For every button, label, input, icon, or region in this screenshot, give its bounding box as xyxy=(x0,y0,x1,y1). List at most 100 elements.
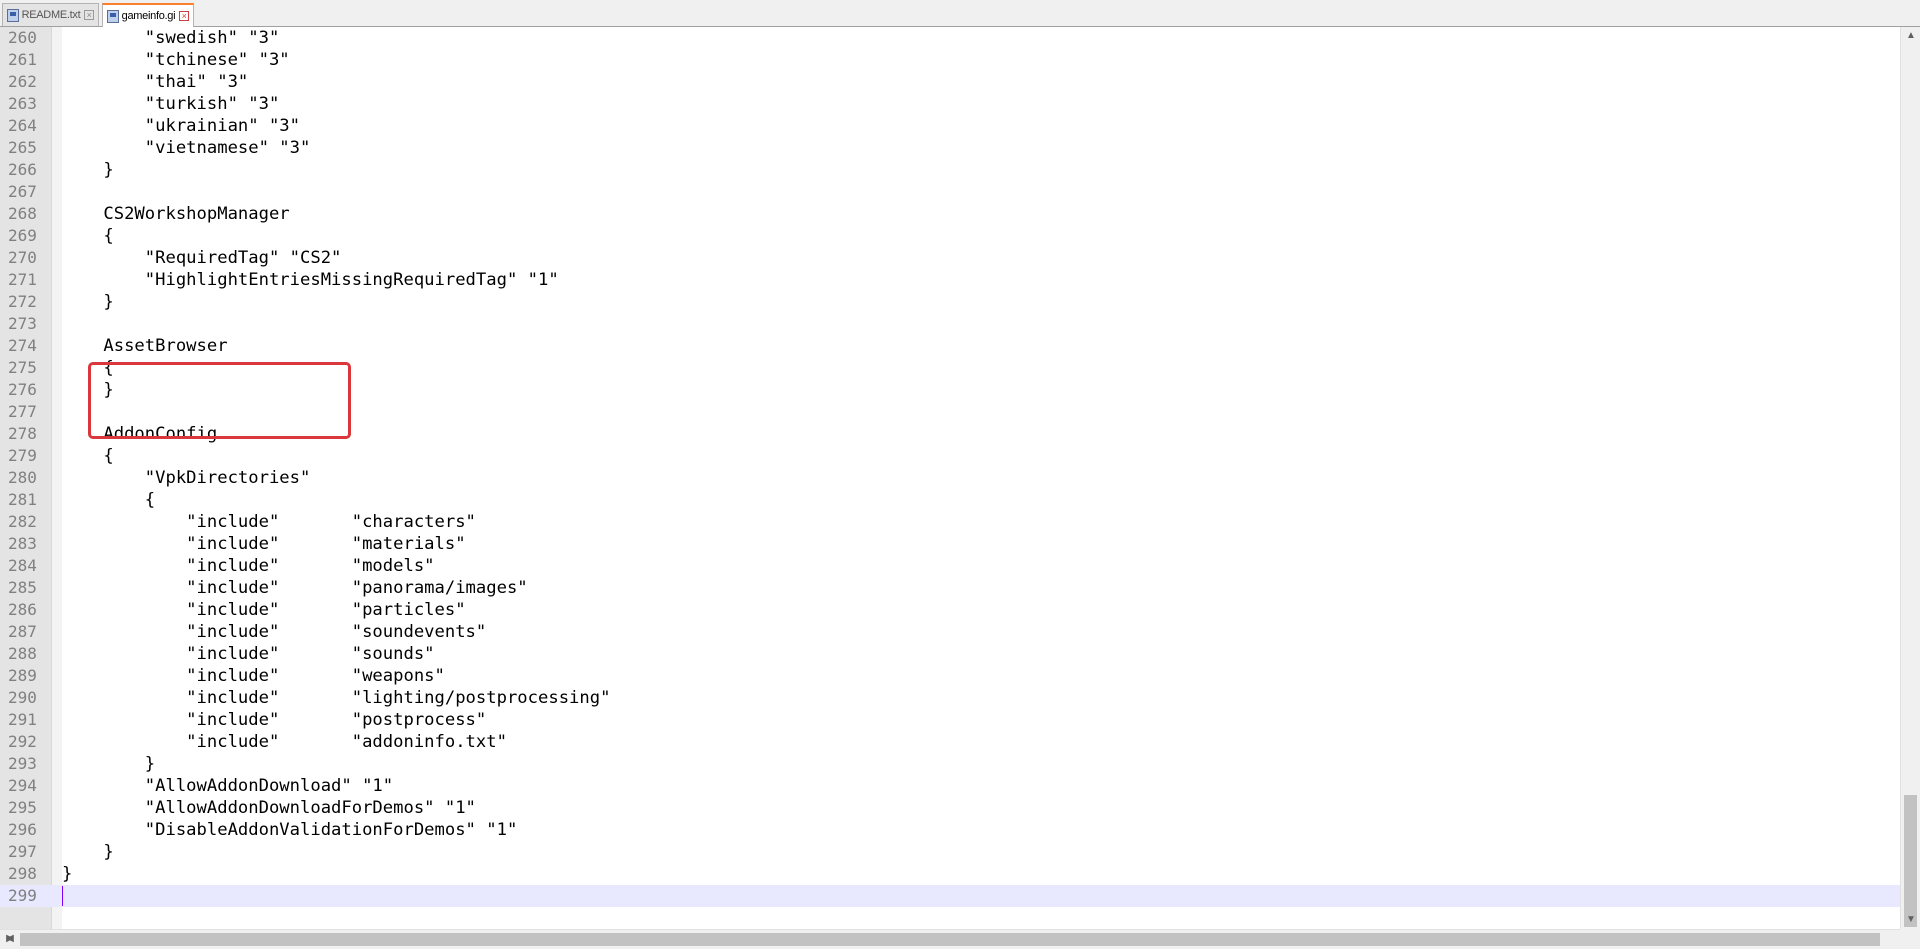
code-line[interactable]: 299 xyxy=(0,885,1900,907)
code-line[interactable]: 269 { xyxy=(0,225,1900,247)
code-text: } xyxy=(62,842,114,862)
vertical-scrollbar[interactable]: ▲ ▼ xyxy=(1900,27,1920,929)
code-text: "include" "sounds" xyxy=(62,644,435,664)
scroll-down-arrow-icon[interactable]: ▼ xyxy=(1901,911,1920,929)
code-text: "include" "lighting/postprocessing" xyxy=(62,688,611,708)
code-line[interactable]: 264 "ukrainian" "3" xyxy=(0,115,1900,137)
line-number: 260 xyxy=(8,28,37,47)
code-line[interactable]: 268 CS2WorkshopManager xyxy=(0,203,1900,225)
code-text: "include" "addoninfo.txt" xyxy=(62,732,507,752)
text-caret xyxy=(62,886,63,906)
code-line[interactable]: 272 } xyxy=(0,291,1900,313)
code-line[interactable]: 261 "tchinese" "3" xyxy=(0,49,1900,71)
scroll-right-arrow-icon[interactable]: ▶ xyxy=(0,930,20,948)
code-line[interactable]: 287 "include" "soundevents" xyxy=(0,621,1900,643)
line-number: 278 xyxy=(8,424,37,443)
line-number: 296 xyxy=(8,820,37,839)
line-number: 284 xyxy=(8,556,37,575)
line-number: 295 xyxy=(8,798,37,817)
code-line[interactable]: 265 "vietnamese" "3" xyxy=(0,137,1900,159)
line-number: 281 xyxy=(8,490,37,509)
close-icon[interactable]: × xyxy=(84,10,94,20)
line-number: 269 xyxy=(8,226,37,245)
code-line[interactable]: 293 } xyxy=(0,753,1900,775)
code-line[interactable]: 282 "include" "characters" xyxy=(0,511,1900,533)
horizontal-scrollbar[interactable]: ◀ ▶ xyxy=(0,929,1900,949)
line-number: 288 xyxy=(8,644,37,663)
code-line[interactable]: 286 "include" "particles" xyxy=(0,599,1900,621)
line-number: 291 xyxy=(8,710,37,729)
code-text: AssetBrowser xyxy=(62,336,228,356)
code-text: "include" "panorama/images" xyxy=(62,578,528,598)
code-line[interactable]: 281 { xyxy=(0,489,1900,511)
scrollbar-corner xyxy=(1900,929,1920,949)
document-icon xyxy=(7,8,19,22)
line-number: 277 xyxy=(8,402,37,421)
code-line[interactable]: 284 "include" "models" xyxy=(0,555,1900,577)
line-number: 279 xyxy=(8,446,37,465)
tab-gameinfo[interactable]: gameinfo.gi × xyxy=(102,3,194,27)
code-text: "vietnamese" "3" xyxy=(62,138,311,158)
code-line[interactable]: 260 "swedish" "3" xyxy=(0,27,1900,49)
code-text: CS2WorkshopManager xyxy=(62,204,290,224)
code-text: { xyxy=(62,490,156,510)
line-number: 287 xyxy=(8,622,37,641)
code-text: "ukrainian" "3" xyxy=(62,116,300,136)
code-line[interactable]: 279 { xyxy=(0,445,1900,467)
line-number: 275 xyxy=(8,358,37,377)
code-text: "include" "characters" xyxy=(62,512,476,532)
code-line[interactable]: 266 } xyxy=(0,159,1900,181)
scroll-up-arrow-icon[interactable]: ▲ xyxy=(1901,27,1920,45)
close-icon[interactable]: × xyxy=(179,11,189,21)
code-line[interactable]: 289 "include" "weapons" xyxy=(0,665,1900,687)
line-number: 286 xyxy=(8,600,37,619)
code-text: "include" "weapons" xyxy=(62,666,445,686)
code-line[interactable]: 283 "include" "materials" xyxy=(0,533,1900,555)
code-line[interactable]: 270 "RequiredTag" "CS2" xyxy=(0,247,1900,269)
line-number: 262 xyxy=(8,72,37,91)
tab-readme[interactable]: README.txt × xyxy=(2,3,99,26)
code-line[interactable]: 267 xyxy=(0,181,1900,203)
code-line[interactable]: 292 "include" "addoninfo.txt" xyxy=(0,731,1900,753)
vertical-scroll-thumb[interactable] xyxy=(1904,795,1917,927)
line-number: 261 xyxy=(8,50,37,69)
code-line[interactable]: 295 "AllowAddonDownloadForDemos" "1" xyxy=(0,797,1900,819)
code-line[interactable]: 271 "HighlightEntriesMissingRequiredTag"… xyxy=(0,269,1900,291)
line-number: 271 xyxy=(8,270,37,289)
line-number: 264 xyxy=(8,116,37,135)
code-line[interactable]: 262 "thai" "3" xyxy=(0,71,1900,93)
code-line[interactable]: 294 "AllowAddonDownload" "1" xyxy=(0,775,1900,797)
line-number: 267 xyxy=(8,182,37,201)
code-line[interactable]: 273 xyxy=(0,313,1900,335)
code-line[interactable]: 263 "turkish" "3" xyxy=(0,93,1900,115)
code-line[interactable]: 298} xyxy=(0,863,1900,885)
code-line[interactable]: 274 AssetBrowser xyxy=(0,335,1900,357)
code-line[interactable]: 288 "include" "sounds" xyxy=(0,643,1900,665)
code-text: } xyxy=(62,864,73,884)
tab-label: README.txt xyxy=(21,9,81,21)
code-line[interactable]: 285 "include" "panorama/images" xyxy=(0,577,1900,599)
code-line[interactable]: 297 } xyxy=(0,841,1900,863)
line-number: 272 xyxy=(8,292,37,311)
code-text: "RequiredTag" "CS2" xyxy=(62,248,342,268)
line-number: 290 xyxy=(8,688,37,707)
tab-label: gameinfo.gi xyxy=(121,10,176,22)
line-number: 280 xyxy=(8,468,37,487)
line-number: 268 xyxy=(8,204,37,223)
code-line[interactable]: 290 "include" "lighting/postprocessing" xyxy=(0,687,1900,709)
line-number: 265 xyxy=(8,138,37,157)
code-text: { xyxy=(62,226,114,246)
code-line[interactable]: 291 "include" "postprocess" xyxy=(0,709,1900,731)
code-editor[interactable]: 260 "swedish" "3" 261 "tchinese" "3" 262 "… xyxy=(0,27,1900,929)
line-number: 263 xyxy=(8,94,37,113)
code-text: "include" "particles" xyxy=(62,600,466,620)
horizontal-scroll-thumb[interactable] xyxy=(20,933,1880,946)
code-line[interactable]: 296 "DisableAddonValidationForDemos" "1" xyxy=(0,819,1900,841)
code-text: "AllowAddonDownload" "1" xyxy=(62,776,394,796)
code-text: { xyxy=(62,446,114,466)
code-text: "include" "models" xyxy=(62,556,435,576)
code-line[interactable]: 280 "VpkDirectories" xyxy=(0,467,1900,489)
line-number: 276 xyxy=(8,380,37,399)
line-number: 266 xyxy=(8,160,37,179)
code-text: "include" "postprocess" xyxy=(62,710,487,730)
